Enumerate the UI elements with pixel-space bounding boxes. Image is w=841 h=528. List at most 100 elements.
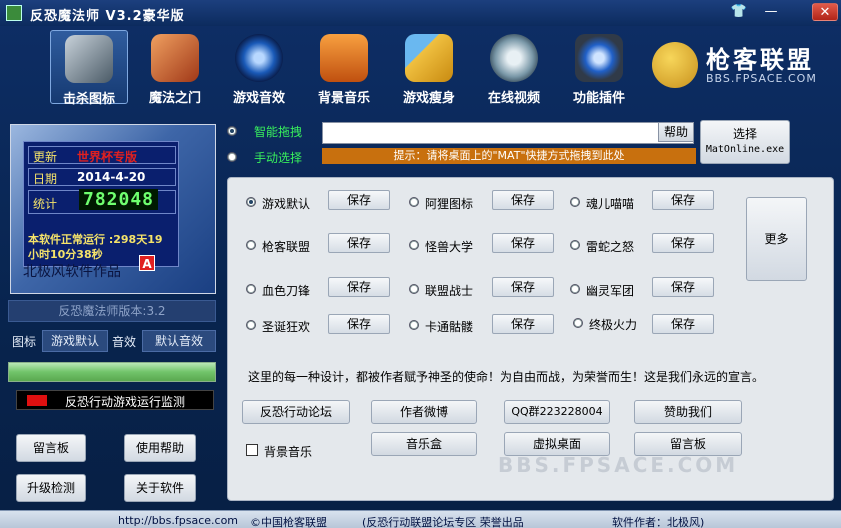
close-button[interactable]: ✕	[812, 3, 838, 21]
theme-label: 魂儿喵喵	[586, 197, 635, 211]
qq-group-button[interactable]: QQ群223228004	[504, 400, 610, 424]
helmet-skull-icon	[65, 35, 113, 83]
save-button[interactable]: 保存	[652, 190, 714, 210]
author-weibo-button[interactable]: 作者微博	[371, 400, 477, 424]
watermark-text: BBS.FPSACE.COM	[498, 453, 739, 477]
background-music-checkbox[interactable]	[246, 444, 258, 456]
spy-character-icon	[151, 34, 199, 82]
save-button[interactable]: 保存	[652, 277, 714, 297]
save-button[interactable]: 保存	[652, 314, 714, 334]
more-themes-button[interactable]: 更多	[746, 197, 807, 281]
save-button[interactable]: 保存	[492, 233, 554, 253]
count-row: 统计 782048	[28, 189, 176, 214]
theme-label: 雷蛇之怒	[586, 240, 635, 254]
theme-label: 怪兽大学	[425, 240, 474, 254]
theme-radio-game-default[interactable]	[246, 197, 256, 207]
save-button[interactable]: 保存	[652, 233, 714, 253]
smart-drag-radio[interactable]	[227, 126, 237, 136]
theme-label: 枪客联盟	[262, 240, 311, 254]
choose-exe-button[interactable]: 选择 MatOnline.exe	[700, 120, 790, 164]
theme-radio-blood-blade[interactable]	[246, 284, 256, 294]
nav-online-video[interactable]: 在线视频	[475, 30, 553, 106]
count-value: 782048	[79, 189, 159, 210]
save-button[interactable]: 保存	[492, 314, 554, 334]
info-box: 更新 世界杯专版 日期 2014-4-20 统计 782048 本软件正常运行 …	[23, 141, 179, 267]
theme-radio-ultimate-fire[interactable]	[573, 318, 583, 328]
theme-radio-hun-miaomiao[interactable]	[570, 197, 580, 207]
nav-game-sound[interactable]: 游戏音效	[220, 30, 298, 106]
save-button[interactable]: 保存	[328, 190, 390, 210]
theme-label: 圣诞狂欢	[262, 320, 311, 334]
about-button[interactable]: 关于软件	[124, 474, 196, 502]
save-button[interactable]: 保存	[328, 277, 390, 297]
status-bar: http://bbs.fpsace.com ©中国枪客联盟 (反恐行动联盟论坛专…	[0, 510, 841, 528]
nav-label: 游戏瘦身	[402, 91, 455, 106]
monitor-label: 反恐行动游戏运行监测	[65, 395, 186, 409]
forum-button[interactable]: 反恐行动论坛	[242, 400, 350, 424]
theme-radio-alliance[interactable]	[409, 284, 419, 294]
speaker-icon	[235, 34, 283, 82]
monitor-status-indicator	[27, 395, 47, 406]
nav-label: 魔法之门	[148, 91, 201, 106]
date-key: 日期	[33, 172, 58, 186]
virtual-desktop-button[interactable]: 虚拟桌面	[504, 432, 610, 456]
runtime-text: 本软件正常运行 :298天19 小时10分38秒	[28, 233, 163, 261]
manual-select-radio[interactable]	[227, 152, 237, 162]
soldier-emblem-icon	[652, 42, 698, 88]
theme-radio-christmas[interactable]	[246, 320, 256, 330]
slogan-text: 这里的每一种设计，都被作者赋予神圣的使命！为自由而战，为荣誉而生！这是我们永远的…	[248, 370, 765, 384]
message-board-link-button[interactable]: 留言板	[634, 432, 742, 456]
status-author: 软件作者：北极风)	[612, 516, 705, 528]
smart-drag-label: 智能拖拽	[254, 125, 303, 139]
theme-label: 阿狸图标	[425, 197, 474, 211]
nav-kill-icons[interactable]: 击杀图标	[50, 30, 128, 107]
drag-target-field[interactable]	[322, 122, 694, 144]
minimize-button[interactable]: —	[760, 3, 782, 21]
nav-label: 功能插件	[572, 91, 625, 106]
sponsor-button[interactable]: 赞助我们	[634, 400, 742, 424]
nav-background-music[interactable]: 背景音乐	[305, 30, 383, 106]
theme-label: 血色刀锋	[262, 284, 311, 298]
author-tag: 北极风软件作品	[23, 264, 121, 280]
nav-label: 在线视频	[487, 91, 540, 106]
app-icon	[6, 5, 22, 21]
title-bar[interactable]: 反恐魔法师 V3.2豪华版 👕 — ✕	[0, 0, 841, 26]
drag-help-button[interactable]: 帮助	[658, 122, 694, 142]
theme-radio-ghost[interactable]	[570, 284, 580, 294]
icon-theme-panel: BBS.FPSACE.COM 游戏默认 保存 阿狸图标 保存 魂儿喵喵 保存 枪…	[227, 177, 834, 501]
save-button[interactable]: 保存	[492, 277, 554, 297]
help-button[interactable]: 使用帮助	[124, 434, 196, 462]
skin-shirt-icon[interactable]: 👕	[728, 3, 750, 21]
theme-radio-ali[interactable]	[409, 197, 419, 207]
nav-magic-door[interactable]: 魔法之门	[136, 30, 214, 106]
app-window: 反恐魔法师 V3.2豪华版 👕 — ✕ 击杀图标 魔法之门 游戏音效 背景音乐 …	[0, 0, 841, 528]
edition-row: 更新 世界杯专版	[28, 146, 176, 164]
message-board-button[interactable]: 留言板	[16, 434, 86, 462]
status-url[interactable]: http://bbs.fpsace.com	[118, 514, 238, 527]
theme-label: 游戏默认	[262, 197, 311, 211]
progress-bar	[8, 362, 216, 382]
theme-label: 卡通骷髅	[425, 320, 474, 334]
gear-plugin-icon	[575, 34, 623, 82]
save-button[interactable]: 保存	[492, 190, 554, 210]
edition-value: 世界杯专版	[77, 150, 138, 164]
count-key: 统计	[33, 197, 58, 211]
nav-label: 游戏音效	[232, 91, 285, 106]
nav-game-slim[interactable]: 游戏瘦身	[390, 30, 468, 106]
theme-label: 幽灵军团	[586, 284, 635, 298]
theme-radio-cartoon-skull[interactable]	[409, 320, 419, 330]
sound-label: 音效	[112, 335, 137, 349]
left-panel: 更新 世界杯专版 日期 2014-4-20 统计 782048 本软件正常运行 …	[8, 122, 218, 522]
save-button[interactable]: 保存	[328, 233, 390, 253]
theme-radio-qiangke[interactable]	[246, 240, 256, 250]
upgrade-check-button[interactable]: 升级检测	[16, 474, 86, 502]
video-disc-icon	[490, 34, 538, 82]
theme-radio-monster-univ[interactable]	[409, 240, 419, 250]
music-box-button[interactable]: 音乐盒	[371, 432, 477, 456]
window-title: 反恐魔法师 V3.2豪华版	[30, 9, 185, 24]
theme-radio-razer[interactable]	[570, 240, 580, 250]
nav-plugins[interactable]: 功能插件	[560, 30, 638, 106]
status-zone: (反恐行动联盟论坛专区 荣誉出品	[362, 516, 524, 528]
save-button[interactable]: 保存	[328, 314, 390, 334]
date-value: 2014-4-20	[77, 170, 146, 184]
